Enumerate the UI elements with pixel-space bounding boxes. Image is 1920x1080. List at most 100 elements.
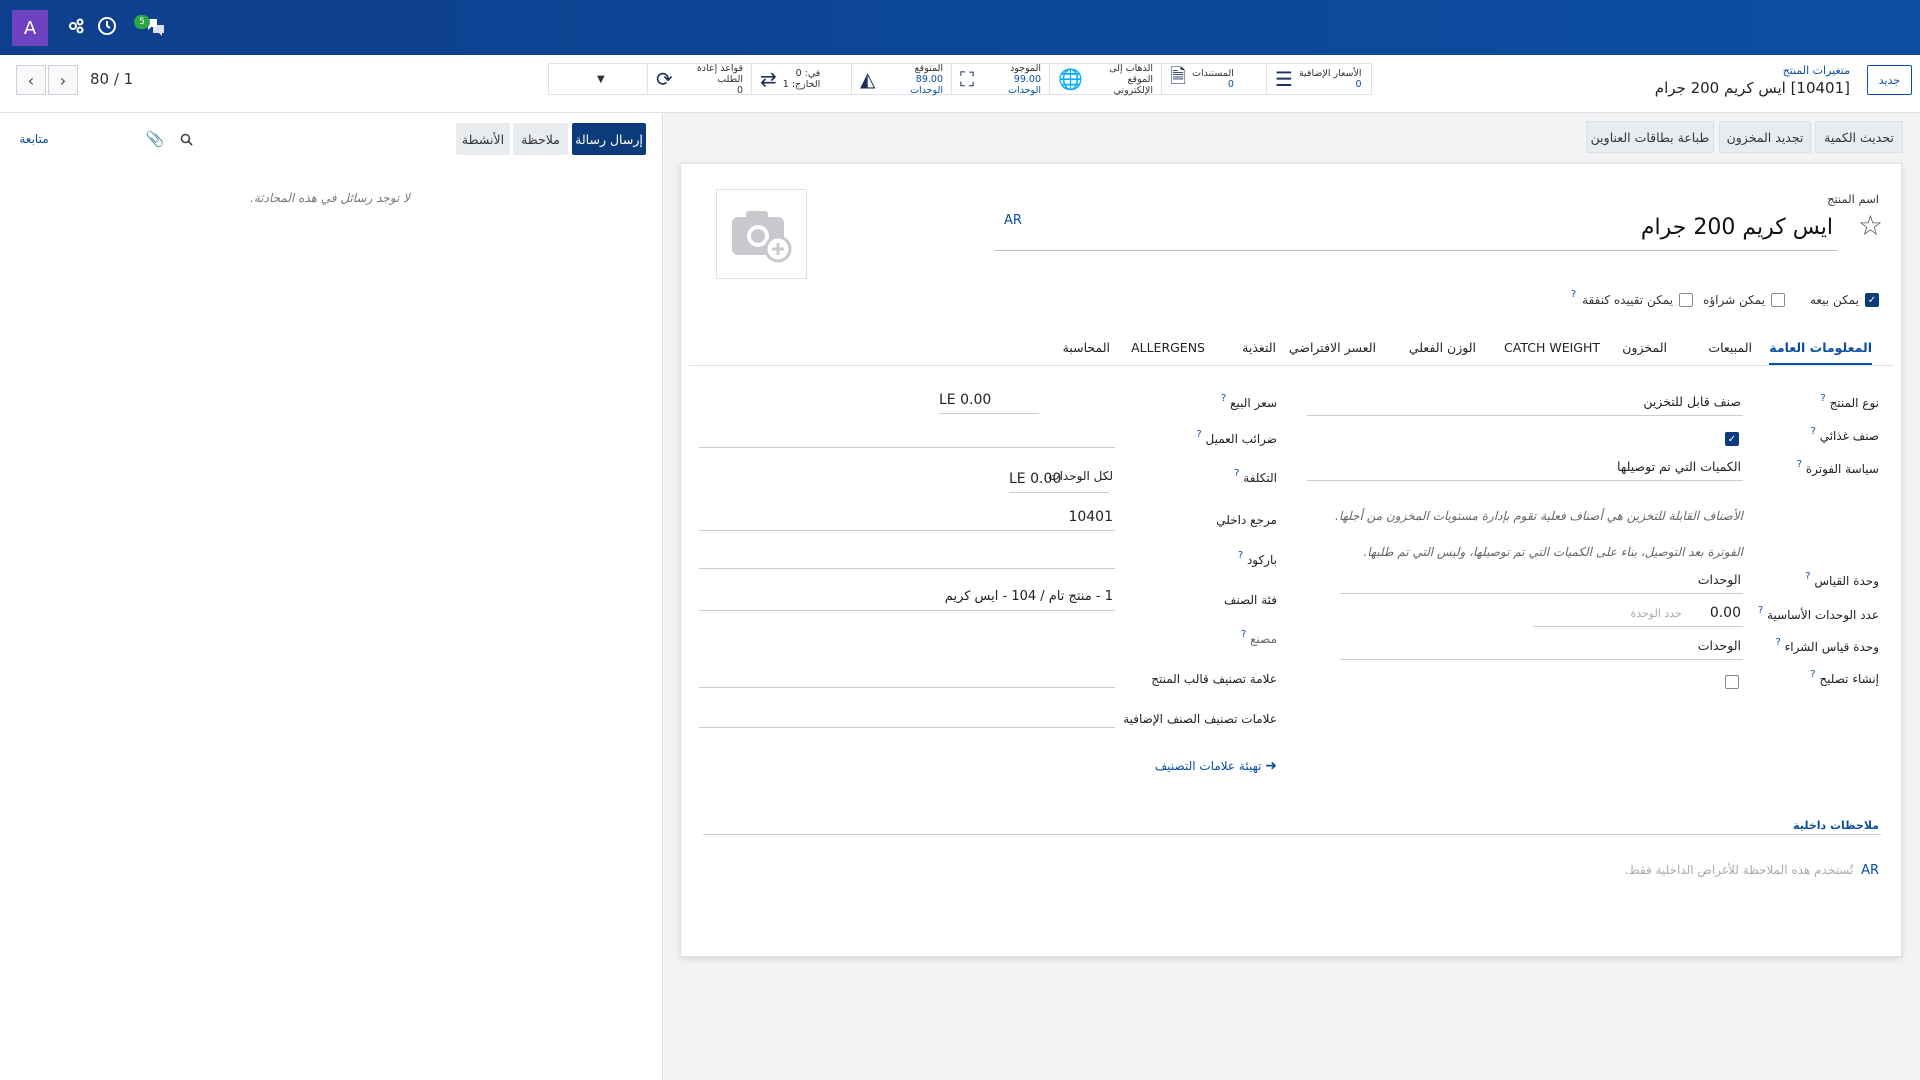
- stat-value: الخارج: 1: [782, 79, 821, 90]
- sales-price-label: سعر البيع ?: [1220, 393, 1277, 410]
- go-to-website-button[interactable]: 🌐 الذهاب إلى الموقع الإلكتروني: [1049, 63, 1161, 96]
- list-icon: ☰: [1275, 67, 1293, 91]
- print-labels-button[interactable]: طباعة بطاقات العناوين: [1586, 121, 1714, 153]
- help-icon[interactable]: ?: [1234, 468, 1239, 479]
- new-button[interactable]: جديد: [1867, 65, 1912, 95]
- uom-label: وحدة القياس ?: [1805, 571, 1879, 588]
- base-units-label: عدد الوحدات الأساسية ?: [1757, 605, 1879, 622]
- activities-button[interactable]: الأنشطة: [456, 123, 510, 155]
- notes-translate-button[interactable]: AR: [1861, 863, 1879, 878]
- help-icon[interactable]: ?: [1241, 629, 1246, 640]
- product-name-label: اسم المنتج: [1827, 192, 1879, 206]
- product-name-input[interactable]: ايس كريم 200 جرام: [995, 211, 1837, 251]
- help-icon[interactable]: ?: [1797, 459, 1802, 470]
- product-type-select[interactable]: صنف قابل للتخزين: [1307, 394, 1743, 416]
- can-be-expensed-checkbox[interactable]: يمكن تقييده كنفقة ?: [1571, 289, 1693, 307]
- base-units-field[interactable]: 0.00 حدد الوحدة: [1533, 605, 1743, 627]
- help-icon[interactable]: ?: [1810, 669, 1815, 680]
- checked-icon: ✓: [1865, 293, 1879, 307]
- help-icon[interactable]: ?: [1805, 571, 1810, 582]
- tab-default-difficulty[interactable]: العسر الافتراضي: [1289, 340, 1376, 355]
- more-buttons-dropdown[interactable]: ▼: [589, 64, 647, 94]
- can-be-purchased-checkbox[interactable]: يمكن شراؤه: [1703, 293, 1785, 307]
- tab-actual-weight[interactable]: الوزن الفعلي: [1409, 340, 1476, 355]
- help-icon[interactable]: ?: [1775, 637, 1780, 648]
- tab-nutrition[interactable]: التغذية: [1242, 340, 1276, 355]
- template-tags-field[interactable]: [699, 666, 1115, 688]
- tab-catch-weight[interactable]: CATCH WEIGHT: [1504, 340, 1600, 355]
- internal-notes-title: ملاحظات داخلية: [1793, 819, 1879, 832]
- replenish-button[interactable]: تجديد المخزون: [1719, 121, 1811, 153]
- search-icon[interactable]: [176, 123, 196, 155]
- cost-field[interactable]: LE 0.00: [1009, 471, 1109, 493]
- extra-prices-button[interactable]: ☰ الأسعار الإضافية 0: [1266, 64, 1371, 94]
- empty-chatter-message: لا توجد رسائل في هذه المحادثة.: [250, 191, 411, 205]
- food-item-checkbox[interactable]: ✓: [1725, 432, 1739, 446]
- category-label: فئة الصنف: [1223, 593, 1277, 607]
- help-icon[interactable]: ?: [1571, 289, 1576, 300]
- tab-accounting[interactable]: المحاسبة: [1063, 340, 1110, 355]
- paperclip-icon[interactable]: 📎: [145, 123, 165, 155]
- pager-next-button[interactable]: ›: [48, 65, 78, 95]
- invoice-policy-note: الفوترة بعد التوصيل، بناء على الكميات ال…: [1363, 545, 1743, 559]
- extra-tags-field[interactable]: [699, 706, 1115, 728]
- in-out-button[interactable]: ⇄ في: 0 الخارج: 1: [751, 64, 851, 94]
- tab-general-information[interactable]: المعلومات العامة: [1769, 340, 1872, 365]
- customer-taxes-field[interactable]: [699, 426, 1115, 448]
- stat-label: المتوقع: [914, 62, 943, 74]
- tab-allergens[interactable]: ALLERGENS: [1131, 340, 1205, 355]
- update-quantity-button[interactable]: تحديث الكمية: [1815, 121, 1903, 153]
- stat-label: في: 0: [795, 68, 821, 79]
- document-icon: 🗎: [1170, 64, 1187, 88]
- divider: [703, 834, 1881, 835]
- product-type-label: نوع المنتج ?: [1820, 393, 1879, 410]
- checkbox-label: يمكن شراؤه: [1703, 293, 1765, 307]
- chatter-panel: إرسال رسالة ملاحظة الأنشطة 📎 متابعة لا ت…: [0, 113, 663, 1080]
- reordering-rules-button[interactable]: ⟳ قواعد إعادة الطلب 0: [647, 63, 751, 96]
- extra-tags-label: علامات تصنيف الصنف الإضافية: [1123, 712, 1277, 726]
- caret-down-icon: ▼: [597, 73, 605, 85]
- help-icon[interactable]: ?: [1238, 550, 1243, 561]
- pager-value[interactable]: 80 / 1: [90, 70, 133, 88]
- unit-placeholder: حدد الوحدة: [1630, 607, 1682, 620]
- log-note-button[interactable]: ملاحظة: [513, 123, 568, 155]
- tab-sales[interactable]: المبيعات: [1708, 340, 1752, 355]
- help-icon[interactable]: ?: [1811, 426, 1816, 437]
- help-icon[interactable]: ?: [1221, 393, 1226, 404]
- forecasted-button[interactable]: ◭ المتوقع 89.00 الوحدات: [851, 62, 951, 96]
- activities-icon[interactable]: [64, 14, 88, 38]
- internal-notes-field[interactable]: AR تُستخدم هذه الملاحظة للأغراض الداخلية…: [1625, 863, 1879, 878]
- purchase-uom-select[interactable]: الوحدات: [1340, 638, 1743, 660]
- cost-label: التكلفة ?: [1234, 468, 1277, 485]
- star-icon[interactable]: ☆: [1858, 209, 1883, 242]
- product-image[interactable]: [716, 189, 807, 279]
- follow-button[interactable]: متابعة: [14, 123, 54, 155]
- breadcrumb-parent[interactable]: متغيرات المنتج: [1783, 64, 1850, 77]
- on-hand-button[interactable]: ⛶ الموجود 99.00 الوحدات: [951, 63, 1049, 96]
- internal-ref-label: مرجع داخلي: [1216, 513, 1277, 527]
- help-icon[interactable]: ?: [1196, 429, 1201, 440]
- template-tags-label: علامة تصنيف قالب المنتج: [1151, 672, 1277, 686]
- invoice-policy-select[interactable]: الكميات التي تم توصيلها: [1307, 459, 1743, 481]
- send-message-button[interactable]: إرسال رسالة: [572, 123, 646, 155]
- form-action-bar: تحديث الكمية تجديد المخزون طباعة بطاقات …: [661, 113, 1920, 158]
- stat-label: المستندات: [1192, 68, 1234, 79]
- configure-tags-link[interactable]: ➜ تهيئة علامات التصنيف: [1155, 758, 1277, 774]
- sales-price-field[interactable]: LE 0.00: [939, 392, 1039, 414]
- tab-inventory[interactable]: المخزون: [1622, 340, 1667, 355]
- clock-icon[interactable]: [95, 14, 119, 38]
- barcode-field[interactable]: [699, 547, 1115, 569]
- stat-value: 0: [1227, 79, 1234, 90]
- can-be-sold-checkbox[interactable]: ✓ يمكن بيعه: [1810, 293, 1879, 307]
- help-icon[interactable]: ?: [1820, 393, 1825, 404]
- uom-select[interactable]: الوحدات: [1340, 572, 1743, 594]
- help-icon[interactable]: ?: [1758, 605, 1763, 616]
- product-form-sheet: اسم المنتج ☆ ايس كريم 200 جرام AR ✓ يمكن…: [680, 163, 1902, 957]
- pager-previous-button[interactable]: ‹: [16, 65, 46, 95]
- user-avatar[interactable]: A: [12, 10, 48, 46]
- documents-button[interactable]: 🗎 المستندات 0: [1161, 64, 1266, 94]
- internal-ref-field[interactable]: 10401: [699, 509, 1115, 531]
- name-translate-button[interactable]: AR: [1004, 213, 1022, 228]
- create-repair-checkbox[interactable]: [1725, 675, 1739, 689]
- category-select[interactable]: 1 - منتج تام / 104 - ايس كريم: [699, 589, 1115, 611]
